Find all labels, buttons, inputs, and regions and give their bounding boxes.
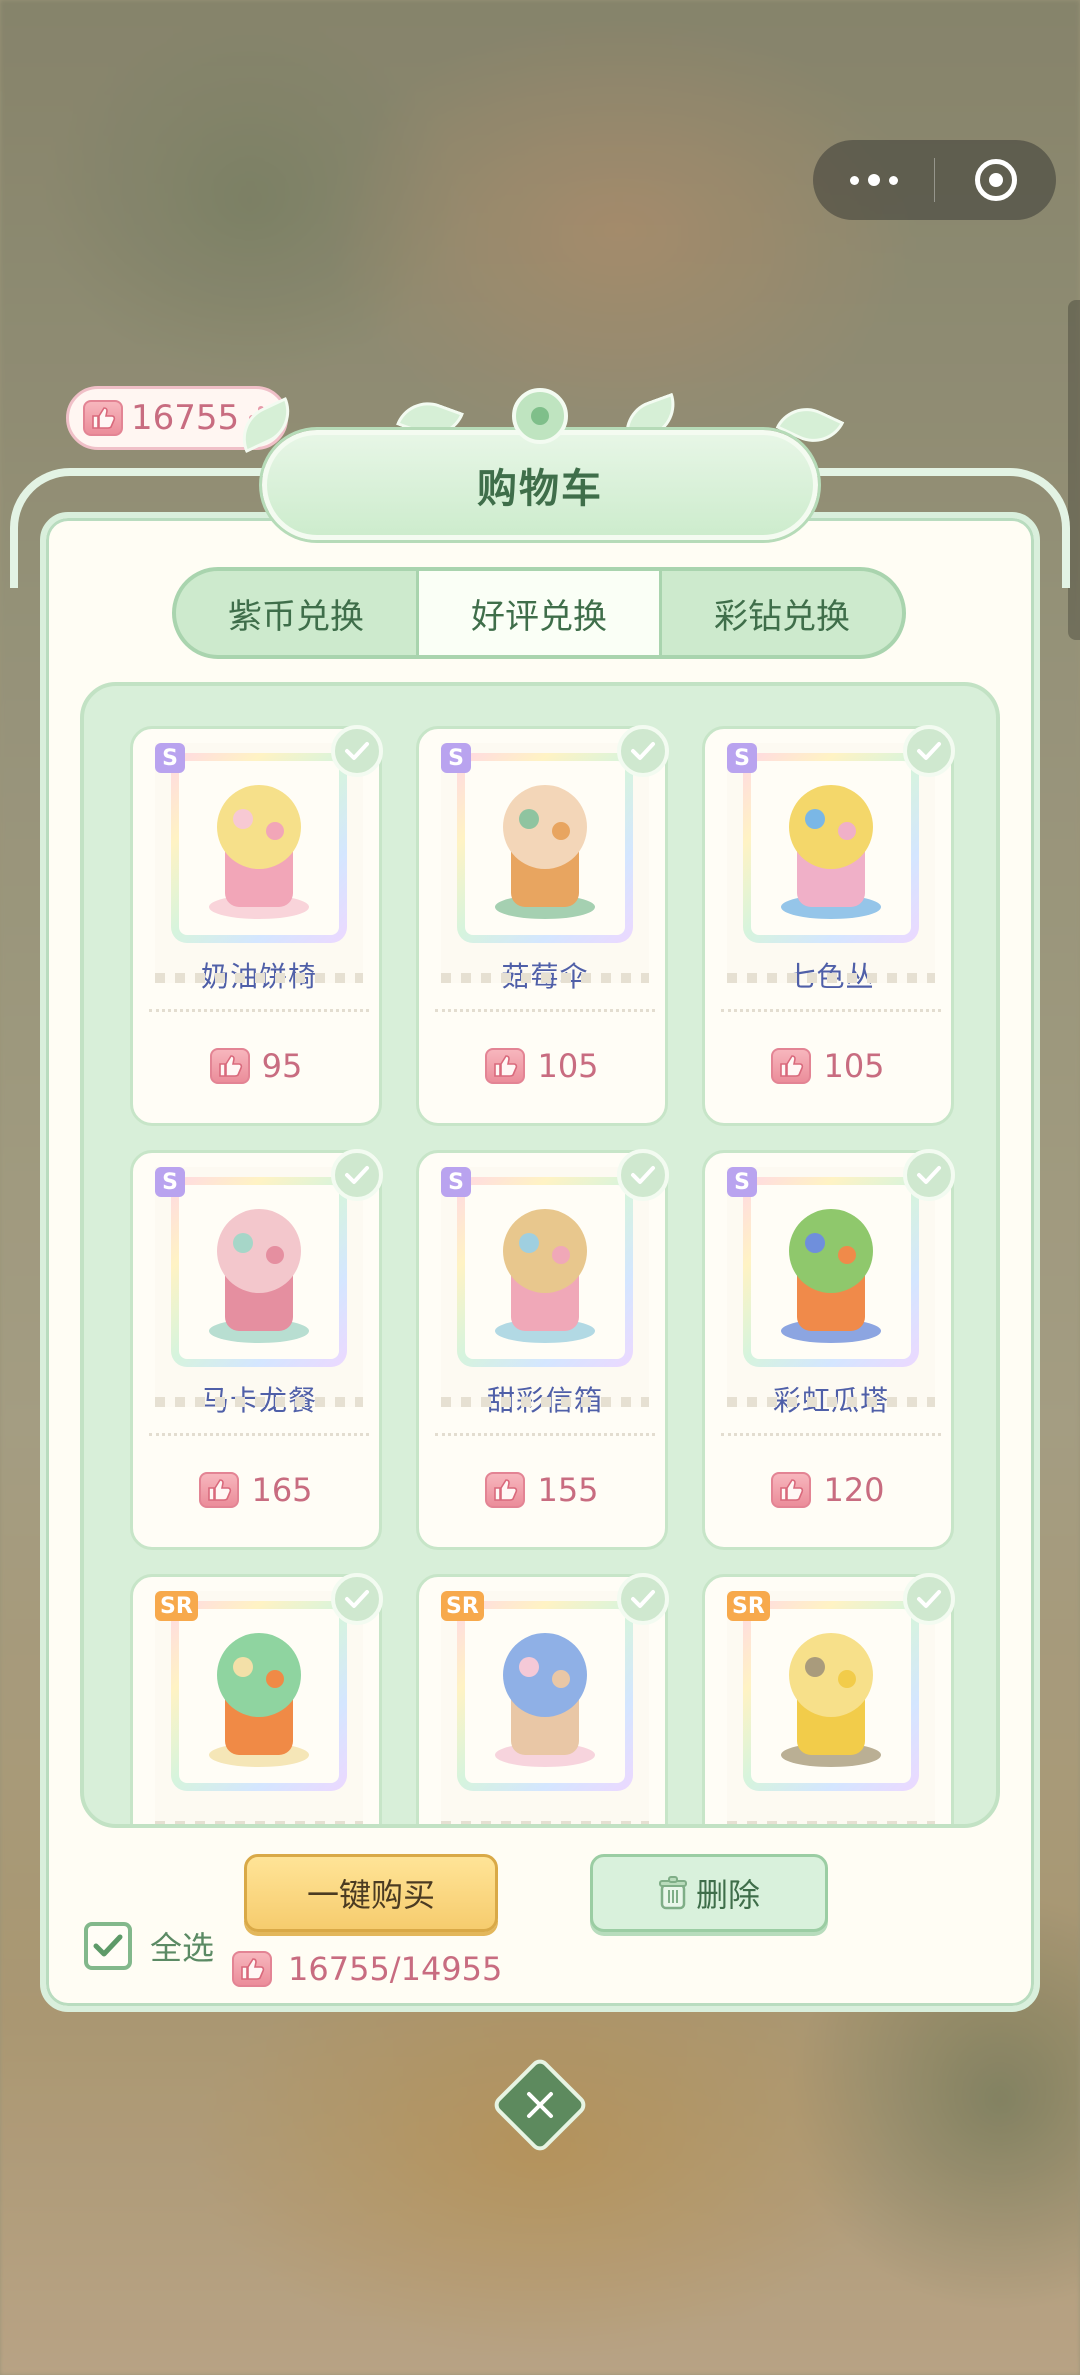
side-edge-tab [1068, 300, 1080, 640]
item-price: 165 [133, 1471, 379, 1509]
select-all-label: 全选 [150, 1929, 215, 1967]
rarity-badge: S [155, 743, 185, 773]
item-card[interactable]: 彩虹瓜塔 S 120 [702, 1149, 955, 1550]
total-cost: 16755/14955 [232, 1950, 502, 1988]
item-price: 105 [419, 1047, 665, 1085]
item-card[interactable]: SR [416, 1573, 669, 1824]
tab-purple-coin[interactable]: 紫币兑换 [176, 571, 416, 655]
target-icon [974, 159, 1017, 201]
close-icon [527, 2092, 553, 2118]
item-art: 七色丛 [727, 743, 935, 993]
tab-rainbow-diamond[interactable]: 彩钻兑换 [662, 571, 902, 655]
item-image [781, 1209, 881, 1343]
delete-label: 删除 [695, 1876, 760, 1914]
rarity-badge: SR [727, 1591, 770, 1621]
item-price-value: 155 [537, 1471, 599, 1509]
item-image [209, 1633, 309, 1767]
item-image [495, 1209, 595, 1343]
rarity-badge: SR [441, 1591, 484, 1621]
item-image [495, 785, 595, 919]
exchange-tabs: 紫币兑换 好评兑换 彩钻兑换 [172, 567, 906, 659]
item-art [441, 1591, 649, 1824]
item-card[interactable]: 奶油饼椅 S 95 [130, 725, 383, 1126]
tab-good-review[interactable]: 好评兑换 [416, 571, 662, 655]
thumbs-up-icon [209, 1048, 250, 1084]
item-price-value: 165 [251, 1471, 313, 1509]
selected-check-icon[interactable] [331, 1149, 383, 1201]
item-image [495, 1633, 595, 1767]
rarity-badge: S [727, 1167, 757, 1197]
item-grid[interactable]: 奶油饼椅 S 95 [80, 682, 1000, 1828]
flower-icon [512, 388, 568, 444]
thumbs-up-icon [485, 1472, 526, 1508]
select-all[interactable]: 全选 [84, 1922, 214, 1970]
thumbs-up-icon [199, 1472, 240, 1508]
item-price-value: 105 [823, 1047, 885, 1085]
item-image [209, 785, 309, 919]
rarity-badge: SR [155, 1591, 198, 1621]
item-card[interactable]: 甜彩信箱 S 155 [416, 1149, 669, 1550]
selected-check-icon[interactable] [331, 1573, 383, 1625]
item-art: 甜彩信箱 [441, 1167, 649, 1417]
rarity-badge: S [727, 743, 757, 773]
selected-check-icon[interactable] [903, 1149, 955, 1201]
selected-check-icon[interactable] [617, 1573, 669, 1625]
selected-check-icon[interactable] [903, 725, 955, 777]
more-dots-icon [849, 174, 898, 186]
exit-button[interactable] [935, 140, 1056, 220]
thumbs-up-icon [771, 1048, 812, 1084]
rarity-badge: S [441, 743, 471, 773]
item-price: 95 [133, 1047, 379, 1085]
item-art [155, 1591, 363, 1824]
select-all-checkbox[interactable] [84, 1922, 132, 1970]
item-price-value: 95 [261, 1047, 303, 1085]
thumbs-up-icon [485, 1048, 526, 1084]
item-image [781, 785, 881, 919]
item-card[interactable]: 菇莓伞 S 105 [416, 725, 669, 1126]
item-card[interactable]: SR [702, 1573, 955, 1824]
thumbs-up-icon [83, 400, 123, 436]
rarity-badge: S [155, 1167, 185, 1197]
buy-all-button[interactable]: 一键购买 [244, 1854, 498, 1932]
item-card[interactable]: 马卡龙餐 S 165 [130, 1149, 383, 1550]
title-plaque: 购物车 [262, 430, 818, 540]
selected-check-icon[interactable] [617, 1149, 669, 1201]
more-button[interactable] [813, 140, 934, 220]
thumbs-up-icon [771, 1472, 812, 1508]
item-price: 155 [419, 1471, 665, 1509]
total-amount: 16755/14955 [288, 1950, 503, 1988]
item-price-value: 105 [537, 1047, 599, 1085]
item-image [781, 1633, 881, 1767]
item-art: 菇莓伞 [441, 743, 649, 993]
trash-icon [658, 1876, 687, 1910]
item-price: 120 [705, 1471, 951, 1509]
rarity-badge: S [441, 1167, 471, 1197]
item-card[interactable]: SR [130, 1573, 383, 1824]
item-art: 彩虹瓜塔 [727, 1167, 935, 1417]
item-art [727, 1591, 935, 1824]
thumbs-up-icon [232, 1951, 272, 1987]
item-price-value: 120 [823, 1471, 885, 1509]
item-card[interactable]: 七色丛 S 105 [702, 725, 955, 1126]
mini-program-capsule [813, 140, 1056, 220]
delete-button[interactable]: 删除 [590, 1854, 828, 1932]
item-image [209, 1209, 309, 1343]
selected-check-icon[interactable] [617, 725, 669, 777]
item-art: 马卡龙餐 [155, 1167, 363, 1417]
selected-check-icon[interactable] [903, 1573, 955, 1625]
selected-check-icon[interactable] [331, 725, 383, 777]
page-title: 购物车 [477, 466, 603, 512]
item-art: 奶油饼椅 [155, 743, 363, 993]
currency-amount: 16755 [131, 398, 240, 438]
item-price: 105 [705, 1047, 951, 1085]
